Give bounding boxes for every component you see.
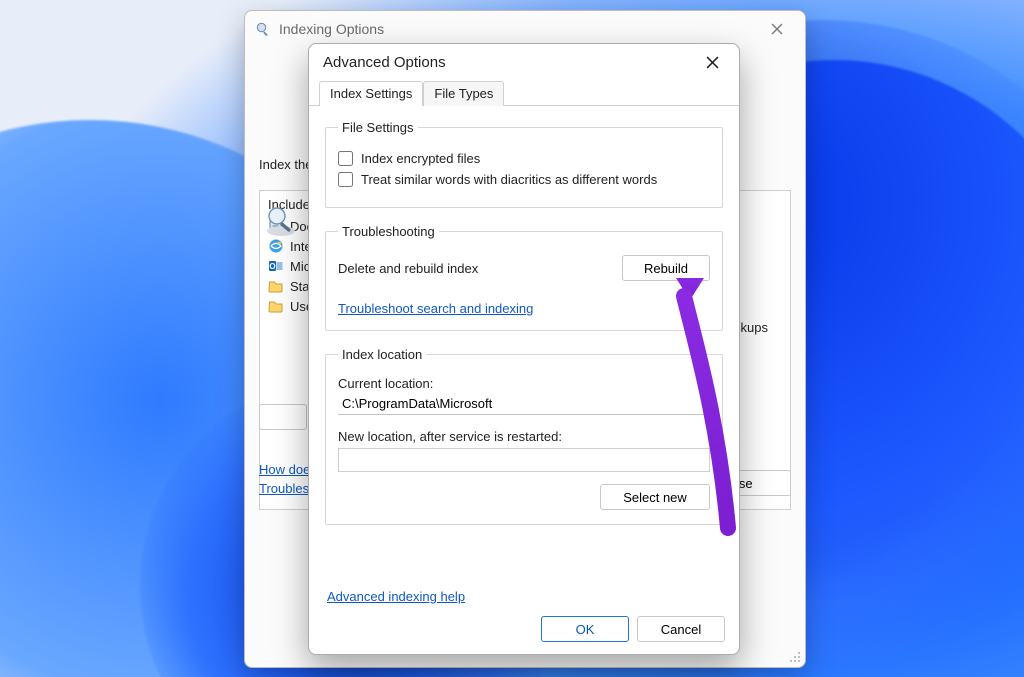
titlebar[interactable]: Indexing Options — [245, 11, 805, 47]
cancel-button[interactable]: Cancel — [637, 616, 725, 642]
window-title: Advanced Options — [323, 54, 693, 71]
advanced-indexing-help-link[interactable]: Advanced indexing help — [327, 589, 465, 604]
close-button[interactable] — [757, 15, 797, 43]
indexing-icon — [263, 203, 299, 239]
resize-grip[interactable] — [788, 650, 802, 664]
folder-icon — [268, 278, 284, 294]
svg-text:O: O — [269, 262, 275, 271]
troubleshoot-search-link[interactable]: Troubleshoot search and indexing — [338, 301, 533, 316]
how-does-link[interactable]: How doe — [259, 462, 310, 477]
checkbox-input[interactable] — [338, 151, 353, 166]
checkbox-input[interactable] — [338, 172, 353, 187]
checkbox-label: Index encrypted files — [361, 151, 480, 166]
window-title: Indexing Options — [279, 21, 757, 37]
checkbox-diacritics[interactable]: Treat similar words with diacritics as d… — [338, 172, 710, 187]
checkbox-index-encrypted[interactable]: Index encrypted files — [338, 151, 710, 166]
rebuild-text: Delete and rebuild index — [338, 261, 478, 276]
advanced-options-dialog: Advanced Options Index Settings File Typ… — [308, 43, 740, 655]
tab-index-settings[interactable]: Index Settings — [319, 81, 423, 106]
select-new-button[interactable]: Select new — [600, 484, 710, 510]
rebuild-button[interactable]: Rebuild — [622, 255, 710, 281]
titlebar[interactable]: Advanced Options — [309, 44, 739, 80]
tab-strip: Index Settings File Types — [309, 80, 739, 106]
troubleshoot-link[interactable]: Troubles — [259, 481, 309, 496]
ok-button[interactable]: OK — [541, 616, 629, 642]
tab-page-index-settings: File Settings Index encrypted files Trea… — [309, 106, 739, 551]
magnifier-icon — [255, 21, 271, 37]
current-location-field[interactable] — [338, 393, 710, 415]
dialog-footer: OK Cancel — [541, 616, 725, 642]
tab-file-types[interactable]: File Types — [423, 81, 504, 106]
outlook-icon: O — [268, 258, 284, 274]
folder-icon — [268, 298, 284, 314]
parent-hidden-button[interactable] — [259, 404, 307, 430]
checkbox-label: Treat similar words with diacritics as d… — [361, 172, 657, 187]
group-legend: Troubleshooting — [338, 224, 439, 239]
new-location-field[interactable] — [338, 448, 710, 472]
file-settings-group: File Settings Index encrypted files Trea… — [325, 120, 723, 208]
ie-icon — [268, 238, 284, 254]
index-location-group: Index location Current location: New loc… — [325, 347, 723, 525]
group-legend: Index location — [338, 347, 426, 362]
list-item-label: Sta — [290, 279, 310, 294]
current-location-label: Current location: — [338, 376, 710, 391]
group-legend: File Settings — [338, 120, 418, 135]
close-button[interactable] — [693, 48, 731, 76]
troubleshooting-group: Troubleshooting Delete and rebuild index… — [325, 224, 723, 331]
new-location-label: New location, after service is restarted… — [338, 429, 710, 444]
